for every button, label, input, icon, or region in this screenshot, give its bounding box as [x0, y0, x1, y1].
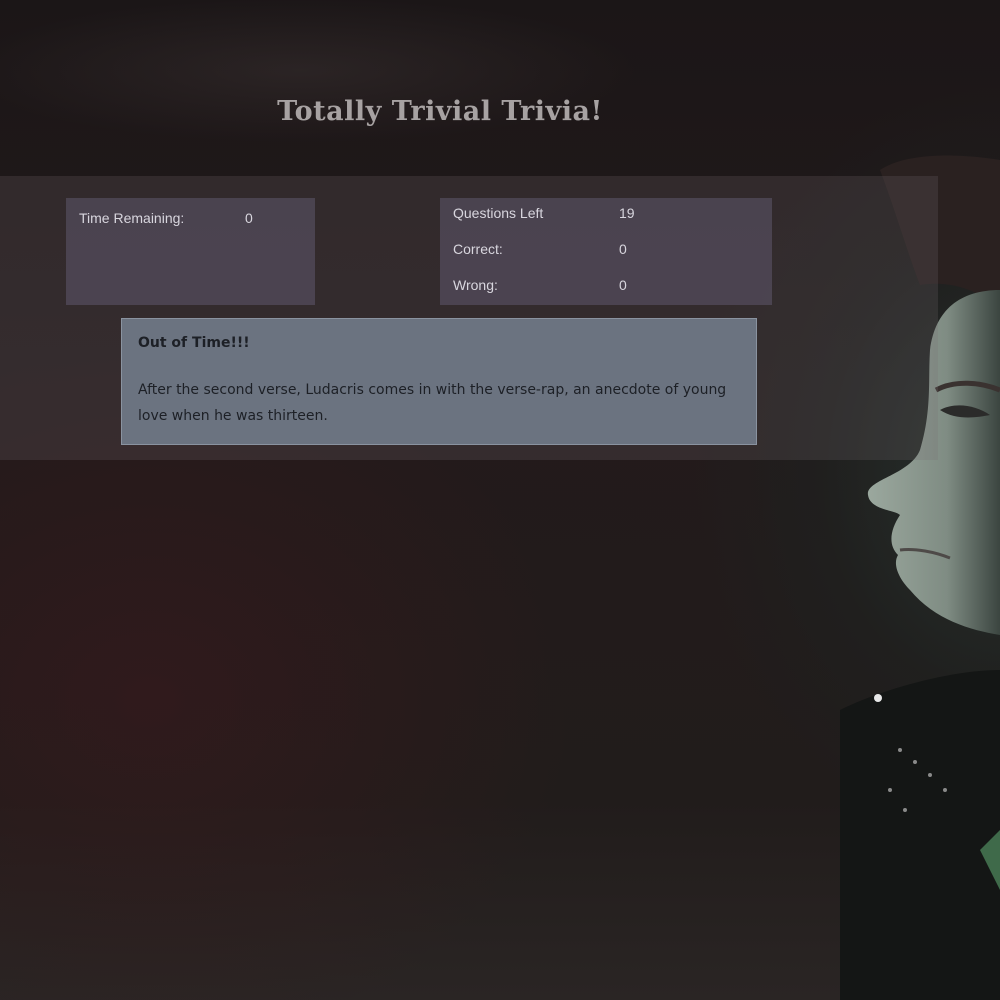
questions-left-row: Questions Left 19: [453, 205, 635, 221]
timer-label: Time Remaining:: [79, 210, 185, 226]
page-title: Totally Trivial Trivia!: [277, 96, 603, 127]
wrong-label: Wrong:: [453, 277, 498, 293]
questions-left-value: 19: [619, 205, 635, 221]
wrong-row: Wrong: 0: [453, 277, 627, 293]
result-title: Out of Time!!!: [138, 335, 250, 351]
wrong-value: 0: [619, 277, 627, 293]
timer-value: 0: [245, 210, 253, 226]
correct-value: 0: [619, 241, 627, 257]
background-haze: [0, 0, 1000, 180]
result-message-box: Out of Time!!! After the second verse, L…: [121, 318, 757, 445]
timer-row: Time Remaining: 0: [79, 210, 253, 226]
result-explanation: After the second verse, Ludacris comes i…: [138, 382, 727, 424]
correct-row: Correct: 0: [453, 241, 627, 257]
correct-label: Correct:: [453, 241, 503, 257]
questions-left-label: Questions Left: [453, 205, 544, 221]
stats-panel: Questions Left 19 Correct: 0 Wrong: 0: [440, 198, 772, 305]
timer-panel: Time Remaining: 0: [66, 198, 315, 305]
